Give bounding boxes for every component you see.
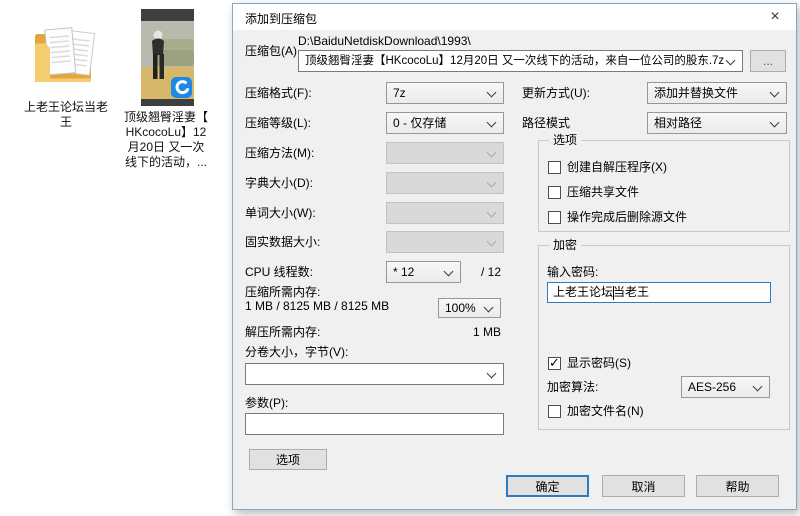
checkbox-box — [548, 356, 561, 370]
video-thumbnail — [141, 9, 194, 106]
cpu-threads-combo[interactable]: * 12 — [386, 261, 461, 283]
chevron-down-icon — [483, 302, 494, 313]
chevron-down-icon — [486, 87, 497, 98]
memory-compress-detail: 1 MB / 8125 MB / 8125 MB — [245, 299, 390, 313]
chevron-down-icon — [752, 381, 763, 392]
chevron-down-icon — [443, 266, 454, 277]
folder-label-line1: 上老王论坛当老 — [23, 100, 108, 114]
cpu-threads-value: * 12 — [393, 265, 415, 279]
checkbox-box — [548, 185, 561, 199]
desktop-video-label: 顶级翘臀淫妻【 HKcocoLu】12 月20日 又一次 线下的活动，... — [116, 110, 216, 170]
chevron-down-icon — [486, 177, 497, 188]
chevron-down-icon — [486, 236, 497, 247]
memory-percent-combo[interactable]: 100% — [438, 298, 501, 318]
split-size-combo[interactable] — [245, 363, 504, 385]
close-icon[interactable]: × — [760, 7, 790, 27]
level-combo[interactable]: 0 - 仅存储 — [386, 112, 504, 134]
checkbox-encrypt-names[interactable]: 加密文件名(N) — [548, 404, 644, 418]
chevron-down-icon — [486, 368, 497, 379]
memory-decompress-value: 1 MB — [472, 325, 501, 339]
checkbox-box — [548, 160, 561, 174]
checkbox-box — [548, 404, 561, 418]
update-mode-combo[interactable]: 添加并替换文件 — [647, 82, 787, 104]
desktop-icon-folder[interactable]: 上老王论坛当老 王 — [6, 12, 126, 137]
desktop-icon-video[interactable]: 顶级翘臀淫妻【 HKcocoLu】12 月20日 又一次 线下的活动，... — [114, 4, 218, 169]
text-caret — [613, 286, 614, 300]
video-player-badge-icon — [171, 77, 192, 98]
solid-size-label: 固实数据大小: — [245, 235, 321, 249]
word-size-combo — [386, 202, 504, 224]
chevron-down-icon — [486, 147, 497, 158]
path-mode-label: 路径模式 — [522, 116, 571, 130]
memory-decompress-label: 解压所需内存: — [245, 325, 321, 339]
format-combo[interactable]: 7z — [386, 82, 504, 104]
parameters-label: 参数(P): — [245, 396, 289, 410]
checkbox-encrypt-names-label: 加密文件名(N) — [567, 404, 644, 418]
path-mode-combo[interactable]: 相对路径 — [647, 112, 787, 134]
options-group-title: 选项 — [549, 133, 582, 147]
chevron-down-icon — [769, 87, 780, 98]
video-label-line4: 线下的活动，... — [124, 155, 207, 169]
chevron-down-icon — [725, 55, 736, 66]
add-to-archive-dialog: 添加到压缩包 × 压缩包(A) D:\BaiduNetdiskDownload\… — [232, 3, 797, 510]
solid-size-combo — [386, 231, 504, 253]
password-label: 输入密码: — [547, 265, 599, 279]
dialog-title: 添加到压缩包 — [245, 12, 318, 26]
update-mode-value: 添加并替换文件 — [654, 86, 739, 100]
checkbox-compress-shared[interactable]: 压缩共享文件 — [548, 185, 639, 199]
cancel-button[interactable]: 取消 — [602, 475, 685, 497]
encryption-method-combo[interactable]: AES-256 — [681, 376, 770, 398]
level-value: 0 - 仅存储 — [393, 116, 447, 130]
cpu-threads-max: / 12 — [480, 265, 501, 279]
checkbox-compress-shared-label: 压缩共享文件 — [567, 185, 640, 199]
encryption-group-title: 加密 — [549, 238, 582, 252]
archive-label: 压缩包(A) — [245, 44, 297, 58]
folder-label-line2: 王 — [59, 115, 72, 129]
checkbox-delete-after-label: 操作完成后删除源文件 — [567, 210, 688, 224]
memory-compress-label: 压缩所需内存: — [245, 285, 321, 299]
method-label: 压缩方法(M): — [245, 146, 315, 160]
parameters-input[interactable] — [245, 413, 504, 435]
archive-name-combo[interactable]: 顶级翘臀淫妻【HKcocoLu】12月20日 又一次线下的活动，来自一位公司的股… — [298, 50, 743, 72]
help-button[interactable]: 帮助 — [696, 475, 779, 497]
format-label: 压缩格式(F): — [245, 86, 312, 100]
split-size-label: 分卷大小，字节(V): — [245, 345, 349, 359]
cpu-threads-label: CPU 线程数: — [245, 265, 314, 279]
encryption-method-label: 加密算法: — [547, 380, 599, 394]
chevron-down-icon — [486, 207, 497, 218]
checkbox-delete-after[interactable]: 操作完成后删除源文件 — [548, 210, 687, 224]
dict-size-combo — [386, 172, 504, 194]
browse-button[interactable]: ... — [750, 50, 786, 72]
word-size-label: 单词大小(W): — [245, 206, 316, 220]
dialog-titlebar: 添加到压缩包 × — [233, 4, 796, 30]
video-label-line2: HKcocoLu】12 — [125, 125, 207, 139]
dict-size-label: 字典大小(D): — [245, 176, 313, 190]
checkbox-box — [548, 210, 561, 224]
checkbox-show-password[interactable]: 显示密码(S) — [548, 356, 631, 370]
password-input[interactable]: 上老王论坛当老王 — [547, 282, 771, 303]
chevron-down-icon — [769, 117, 780, 128]
desktop-folder-label: 上老王论坛当老 王 — [6, 100, 126, 130]
update-mode-label: 更新方式(U): — [522, 86, 590, 100]
video-label-line1: 顶级翘臀淫妻【 — [123, 110, 208, 124]
level-label: 压缩等级(L): — [245, 116, 312, 130]
memory-percent-value: 100% — [445, 301, 476, 315]
format-value: 7z — [393, 86, 406, 100]
checkbox-show-password-label: 显示密码(S) — [567, 356, 631, 370]
checkbox-create-sfx[interactable]: 创建自解压程序(X) — [548, 160, 667, 174]
method-combo — [386, 142, 504, 164]
options-button[interactable]: 选项 — [249, 449, 327, 470]
archive-dir-path: D:\BaiduNetdiskDownload\1993\ — [298, 34, 471, 48]
folder-icon — [28, 20, 106, 98]
path-mode-value: 相对路径 — [654, 116, 703, 130]
archive-name-value: 顶级翘臀淫妻【HKcocoLu】12月20日 又一次线下的活动，来自一位公司的股… — [305, 55, 725, 67]
chevron-down-icon — [486, 117, 497, 128]
video-label-line3: 月20日 又一次 — [127, 140, 205, 154]
password-value: 上老王论坛当老王 — [553, 285, 650, 299]
checkbox-create-sfx-label: 创建自解压程序(X) — [567, 160, 667, 174]
ok-button[interactable]: 确定 — [506, 475, 589, 497]
encryption-method-value: AES-256 — [688, 380, 737, 394]
